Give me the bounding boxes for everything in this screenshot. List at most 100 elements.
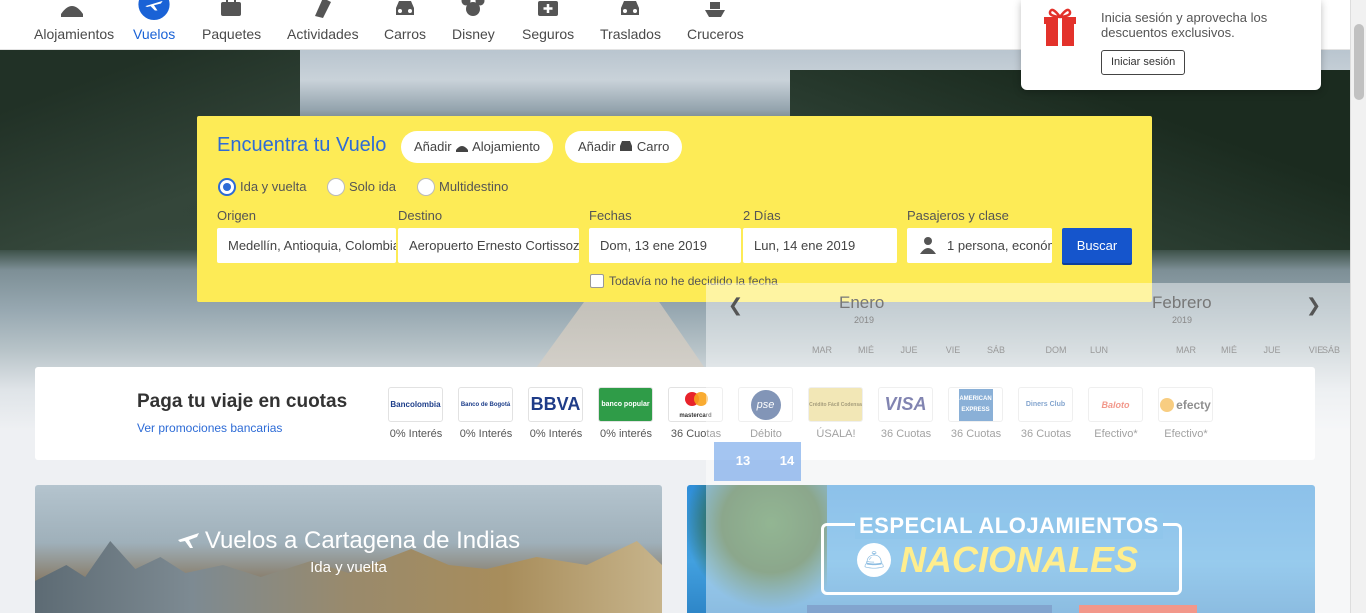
origen-input[interactable]: Medellín, Antioquia, Colombia xyxy=(217,228,396,263)
cartagena-title-text: Vuelos a Cartagena de Indias xyxy=(204,527,521,554)
radio-label: Ida y vuelta xyxy=(240,179,307,194)
month-year: 2019 xyxy=(1172,315,1193,325)
bank-bbva[interactable]: BBVA 0% Interés xyxy=(528,387,584,440)
add-prefix: Añadir xyxy=(414,139,452,154)
nav-label: Traslados xyxy=(600,26,661,42)
weekday-label: MAR xyxy=(812,345,832,355)
dias-label: 2 Días xyxy=(743,208,781,223)
flight-search-box: Encuentra tu Vuelo Añadir Alojamiento Añ… xyxy=(197,116,1152,302)
weekday-label: DOM xyxy=(1045,345,1067,355)
radio-dot xyxy=(218,178,236,196)
nav-item-traslados[interactable]: Traslados xyxy=(600,0,661,50)
add-prefix: Añadir xyxy=(578,139,616,154)
weekday-label: MIÉ xyxy=(857,345,874,355)
nav-label: Paquetes xyxy=(202,26,262,42)
fecha-ida-input[interactable]: Dom, 13 ene 2019 xyxy=(589,228,741,263)
suitcase-icon xyxy=(221,0,241,16)
nav-item-paquetes[interactable]: Paquetes xyxy=(202,0,262,50)
radio-label: Multidestino xyxy=(439,179,509,194)
nav-label: Cruceros xyxy=(687,26,744,42)
fecha-vuelta-input[interactable]: Lun, 14 ene 2019 xyxy=(743,228,897,263)
weekday-label: SÁB xyxy=(1321,345,1340,355)
bank-popular[interactable]: banco popular 0% interés xyxy=(598,387,654,440)
next-month-icon[interactable]: ❯ xyxy=(1306,295,1321,316)
bank-caption: 0% Interés xyxy=(459,428,513,440)
ship-icon xyxy=(705,2,725,17)
add-alojamiento-label: Alojamiento xyxy=(472,139,541,154)
radio-ida-y-vuelta[interactable]: Ida y vuelta xyxy=(218,178,307,196)
page: { "nav": { "items": [ {"label": "Alojami… xyxy=(0,0,1366,613)
date-picker: ❮ ❯ Enero 2019 Febrero 2019 MAR MIÉ JUE … xyxy=(706,283,1350,613)
nav-item-alojamientos[interactable]: Alojamientos xyxy=(34,0,115,50)
bank-logo: Bancolombia xyxy=(388,387,443,422)
selected-day: 13 xyxy=(735,453,751,468)
add-carro-button[interactable]: Añadir Carro xyxy=(565,131,683,163)
login-button[interactable]: Iniciar sesión xyxy=(1101,50,1186,75)
radio-solo-ida[interactable]: Solo ida xyxy=(327,178,396,196)
bank-logo: BBVA xyxy=(528,387,583,422)
nav-label: Disney xyxy=(452,26,495,42)
medkit-icon xyxy=(538,1,558,16)
nav-item-cruceros[interactable]: Cruceros xyxy=(687,0,744,50)
radio-dot xyxy=(327,178,345,196)
promociones-link[interactable]: Ver promociones bancarias xyxy=(137,421,282,435)
weekday-label: SÁB xyxy=(986,345,1005,355)
nav-item-disney[interactable]: Disney xyxy=(452,0,495,50)
weekday-label: MAR xyxy=(1176,345,1196,355)
destino-input[interactable]: Aeropuerto Ernesto Cortissoz xyxy=(398,228,579,263)
weekday-label: MIÉ xyxy=(1220,345,1237,355)
bed-icon xyxy=(456,146,469,152)
month-year: 2019 xyxy=(854,315,875,325)
mickey-icon xyxy=(461,0,485,16)
prev-month-icon[interactable]: ❮ xyxy=(728,295,743,316)
weekday-label: JUE xyxy=(900,345,918,355)
scrollbar-thumb[interactable] xyxy=(1354,24,1364,100)
fechas-label: Fechas xyxy=(589,208,632,223)
nav-item-seguros[interactable]: Seguros xyxy=(522,0,574,50)
nav-label: Alojamientos xyxy=(34,26,115,42)
bank-logo: Banco de Bogotá xyxy=(458,387,513,422)
radio-multidestino[interactable]: Multidestino xyxy=(417,178,508,196)
ticket-icon xyxy=(315,0,331,18)
plane-icon xyxy=(177,533,199,548)
nav-item-carros[interactable]: Carros xyxy=(384,0,426,50)
person-icon xyxy=(920,237,936,254)
month-title: Febrero xyxy=(1152,293,1212,312)
bank-bogota[interactable]: Banco de Bogotá 0% Interés xyxy=(458,387,514,440)
login-message: Inicia sesión y aprovecha los descuentos… xyxy=(1101,10,1268,40)
radio-dot xyxy=(417,178,435,196)
destino-label: Destino xyxy=(398,208,443,223)
nav-item-vuelos[interactable]: Vuelos xyxy=(133,0,175,50)
add-carro-label: Carro xyxy=(636,139,670,154)
bed-icon xyxy=(61,6,83,17)
car-icon xyxy=(396,1,414,15)
add-alojamiento-button[interactable]: Añadir Alojamiento xyxy=(401,131,554,163)
bank-caption: 0% interés xyxy=(600,428,652,440)
cartagena-card[interactable]: Vuelos a Cartagena de Indias Ida y vuelt… xyxy=(35,485,662,613)
cartagena-subtitle: Ida y vuelta xyxy=(310,559,387,576)
selected-day: 14 xyxy=(779,453,795,468)
weekday-label: JUE xyxy=(1263,345,1281,355)
nav-item-actividades[interactable]: Actividades xyxy=(287,0,359,50)
bank-caption: 0% Interés xyxy=(389,428,443,440)
origen-label: Origen xyxy=(217,208,257,223)
nav-label: Actividades xyxy=(287,26,359,42)
radio-label: Solo ida xyxy=(349,179,396,194)
car-icon xyxy=(621,1,639,15)
nav-label: Seguros xyxy=(522,26,575,42)
search-title: Encuentra tu Vuelo xyxy=(217,134,387,156)
bank-caption: 0% Interés xyxy=(529,428,583,440)
cartagena-title: Vuelos a Cartagena de Indias xyxy=(35,527,662,555)
selected-range[interactable]: 13 14 xyxy=(714,442,801,481)
buscar-button[interactable]: Buscar xyxy=(1062,228,1132,263)
weekday-label: VIE xyxy=(945,345,961,355)
pasajeros-input[interactable]: 1 persona, económica xyxy=(907,228,1052,263)
weekday-label: LUN xyxy=(1089,345,1108,355)
plane-icon xyxy=(138,0,170,20)
pasajeros-label: Pasajeros y clase xyxy=(907,208,1009,223)
bank-bancolombia[interactable]: Bancolombia 0% Interés xyxy=(388,387,444,440)
pasajeros-value: 1 persona, económica xyxy=(947,238,1052,253)
page-scrollbar[interactable] xyxy=(1350,0,1366,613)
bank-logo: banco popular xyxy=(598,387,653,422)
cuotas-title: Paga tu viaje en cuotas xyxy=(137,391,348,412)
